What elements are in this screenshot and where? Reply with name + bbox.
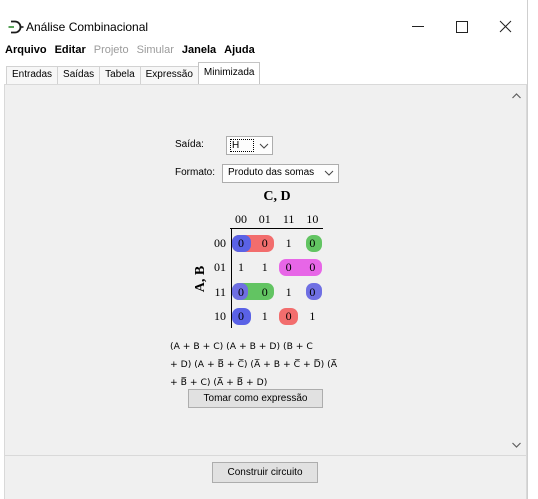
menu-janela[interactable]: Janela <box>182 42 216 58</box>
format-label: Formato: <box>175 167 216 178</box>
maximize-button[interactable] <box>442 14 482 40</box>
tab-entradas[interactable]: Entradas <box>6 66 59 84</box>
chevron-up-icon <box>512 93 521 99</box>
kmap-cell[interactable]: 0 <box>279 260 299 274</box>
menu-ajuda[interactable]: Ajuda <box>224 42 255 58</box>
minimize-button[interactable] <box>398 14 438 40</box>
minimize-icon <box>412 26 424 27</box>
kmap-column-header: 01 <box>258 212 271 226</box>
vertical-scrollbar[interactable] <box>508 85 525 455</box>
kmap-cell[interactable]: 1 <box>231 260 251 274</box>
window-title: Análise Combinacional <box>26 20 149 34</box>
kmap-cell[interactable]: 0 <box>231 285 251 299</box>
close-button[interactable] <box>486 14 526 40</box>
karnaugh-map: C, D A, B 00 01 11 10 00 01 11 10 0 0 1 0 1 1 0 0 0 0 1 0 0 1… <box>180 185 330 335</box>
chevron-down-icon <box>324 170 334 176</box>
kmap-row-header: 11 <box>214 284 226 299</box>
kmap-cell[interactable]: 0 <box>279 309 299 323</box>
menu-simular[interactable]: Simular <box>137 42 174 58</box>
title-bar: Análise Combinacional <box>0 0 527 40</box>
kmap-cell[interactable]: 0 <box>231 309 251 323</box>
build-circuit-button[interactable]: Construir circuito <box>212 462 318 483</box>
menu-editar[interactable]: Editar <box>55 42 86 58</box>
kmap-cell[interactable]: 1 <box>302 309 322 323</box>
kmap-cell[interactable]: 1 <box>279 285 299 299</box>
tab-saidas[interactable]: Saídas <box>57 66 101 84</box>
kmap-cell[interactable]: 0 <box>231 236 251 250</box>
minimized-panel: Saída: H Formato: Produto das somas C, D… <box>4 84 527 456</box>
set-as-expression-button[interactable]: Tomar como expressão <box>188 389 323 408</box>
scroll-down-button[interactable] <box>508 439 525 452</box>
kmap-cell[interactable]: 1 <box>279 236 299 250</box>
kmap-cell[interactable]: 0 <box>255 285 275 299</box>
kmap-cell[interactable]: 0 <box>255 236 275 250</box>
output-select-value: H <box>232 140 240 151</box>
kmap-column-header: 10 <box>306 212 319 226</box>
output-select[interactable]: H <box>226 136 273 155</box>
focus-indicator: H <box>230 139 254 152</box>
output-label: Saída: <box>175 139 204 150</box>
kmap-column-header: 00 <box>235 212 247 226</box>
kmap-column-header: 11 <box>282 212 295 226</box>
kmap-labels-layer: 00 01 11 10 00 01 11 10 0 0 1 0 1 1 0 0 0 0 1 0 0 1 0 1 <box>180 185 330 335</box>
format-select-value: Produto das somas <box>228 167 315 178</box>
kmap-cell[interactable]: 0 <box>302 285 322 299</box>
minimized-expression: (A + B + C) (A + B + D) (B + C + D) (A +… <box>170 338 337 392</box>
maximize-icon <box>456 21 468 33</box>
tab-minimizada[interactable]: Minimizada <box>197 62 261 84</box>
kmap-cell[interactable]: 0 <box>302 260 322 274</box>
kmap-row-header: 01 <box>214 260 226 275</box>
tab-strip: Entradas Saídas Tabela Expressão Minimiz… <box>6 62 261 84</box>
kmap-cell[interactable]: 1 <box>255 260 275 274</box>
combinational-analysis-window: Análise Combinacional Arquivo Editar Pro… <box>0 0 528 499</box>
kmap-row-header: 10 <box>214 309 226 324</box>
format-select[interactable]: Produto das somas <box>222 164 339 183</box>
menu-bar: Arquivo Editar Projeto Simular Janela Aj… <box>0 42 527 58</box>
kmap-cell[interactable]: 1 <box>255 309 275 323</box>
kmap-row-header: 00 <box>214 236 226 251</box>
chevron-down-icon <box>512 442 521 448</box>
tab-expressao[interactable]: Expressão <box>139 66 199 84</box>
menu-arquivo[interactable]: Arquivo <box>5 42 47 58</box>
menu-projeto[interactable]: Projeto <box>94 42 129 58</box>
expression-line: (A + B + C) (A + B + D) (B + C <box>170 341 313 352</box>
close-icon <box>499 20 512 33</box>
scroll-up-button[interactable] <box>508 89 525 102</box>
expression-line: + D) (A + B̅ + C̅) (A̅ + B + C̅ + D̅) (A… <box>170 359 338 370</box>
bottom-button-bar: Construir circuito <box>4 456 527 499</box>
logisim-app-icon <box>8 19 24 35</box>
chevron-down-icon <box>259 143 269 149</box>
kmap-cell[interactable]: 0 <box>302 236 322 250</box>
tab-tabela[interactable]: Tabela <box>99 66 141 84</box>
